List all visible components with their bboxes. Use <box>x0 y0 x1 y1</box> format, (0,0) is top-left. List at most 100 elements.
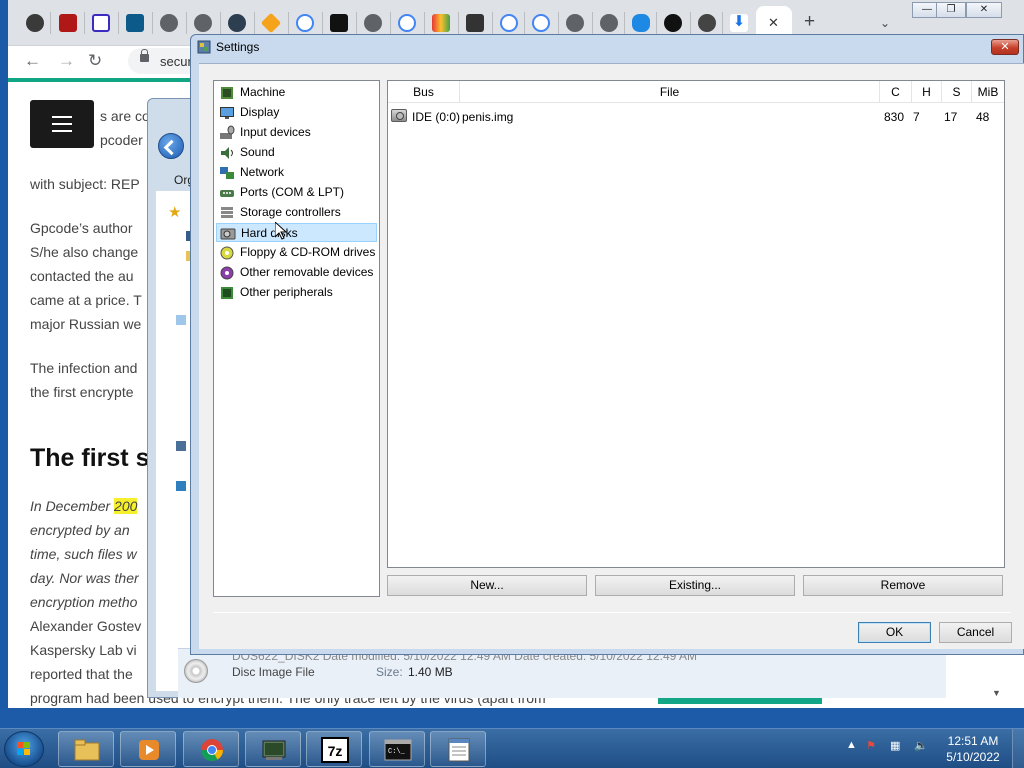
tab-favicon-globe[interactable] <box>194 14 212 32</box>
svg-text:7z: 7z <box>328 743 343 759</box>
tree-item-removable-devices[interactable]: Other removable devices <box>216 263 377 282</box>
taskbar-7zip-button[interactable]: 7z <box>306 731 362 767</box>
article-text-italic: day. Nor was ther <box>30 570 139 586</box>
cell-cylinders: 830 <box>884 110 905 124</box>
dialog-titlebar[interactable]: Settings ✕ <box>191 35 1023 61</box>
taskbar-explorer-button[interactable] <box>58 731 114 767</box>
network-folder-icon[interactable] <box>176 481 186 491</box>
remove-disk-button[interactable]: Remove <box>803 575 1003 596</box>
cancel-button[interactable]: Cancel <box>939 622 1012 643</box>
settings-dialog: Settings ✕ Machine Display Input devices… <box>190 34 1024 655</box>
scroll-down-arrow-icon[interactable]: ▼ <box>992 688 1001 698</box>
cell-sectors: 17 <box>944 110 958 124</box>
tab-favicon-bars[interactable] <box>432 14 450 32</box>
tab-favicon-google[interactable] <box>398 14 416 32</box>
tab-favicon-sigma[interactable] <box>92 14 110 32</box>
tab-favicon-globe[interactable] <box>160 14 178 32</box>
tab-favicon-globe[interactable] <box>566 14 584 32</box>
chrome-icon <box>201 739 223 761</box>
tree-item-network[interactable]: Network <box>216 163 377 182</box>
tab-favicon-globe[interactable] <box>364 14 382 32</box>
tab-favicon-globe[interactable] <box>600 14 618 32</box>
tray-overflow-icon[interactable]: ▲ <box>846 739 857 751</box>
tab-favicon-cloud[interactable] <box>632 14 650 32</box>
column-header-bus[interactable]: Bus <box>388 81 460 103</box>
tab-favicon-download[interactable]: ⬇ <box>730 14 748 32</box>
explorer-back-icon[interactable] <box>158 133 184 159</box>
network-tray-icon[interactable]: ▦ <box>890 739 900 752</box>
clock-time[interactable]: 12:51 AM <box>944 734 1002 748</box>
tab-favicon-google[interactable] <box>296 14 314 32</box>
column-header-c[interactable]: C <box>880 81 912 103</box>
tab-favicon-red[interactable] <box>59 14 77 32</box>
article-text-italic: time, such files w <box>30 546 137 562</box>
taskbar-notepad-button[interactable] <box>430 731 486 767</box>
page-scrollbar[interactable]: ▼ <box>988 660 1004 708</box>
tab-favicon-vb[interactable] <box>26 14 44 32</box>
column-header-mib[interactable]: MiB <box>972 81 1004 103</box>
favorites-star-icon[interactable]: ★ <box>168 203 181 221</box>
volume-icon[interactable]: 🔈 <box>914 739 928 752</box>
hard-disk-icon <box>391 109 407 122</box>
tab-favicon-diamond[interactable] <box>260 12 282 34</box>
ok-button[interactable]: OK <box>858 622 931 643</box>
tab-favicon-play[interactable] <box>126 14 144 32</box>
tree-item-display[interactable]: Display <box>216 103 377 122</box>
storage-controllers-icon <box>221 207 233 218</box>
tree-item-storage-controllers[interactable]: Storage controllers <box>216 203 377 222</box>
column-header-h[interactable]: H <box>912 81 942 103</box>
tree-item-machine[interactable]: Machine <box>216 83 377 102</box>
new-disk-button[interactable]: New... <box>387 575 587 596</box>
tab-close-icon[interactable]: ✕ <box>768 15 779 31</box>
tab-favicon-dark[interactable] <box>228 14 246 32</box>
tree-item-label: Floppy & CD-ROM drives <box>240 245 376 259</box>
forward-arrow-icon[interactable]: → <box>58 51 75 71</box>
folder-icon <box>74 739 100 761</box>
taskbar-media-player-button[interactable] <box>120 731 176 767</box>
tree-item-label: Network <box>240 165 285 179</box>
new-tab-icon[interactable]: + <box>804 12 815 31</box>
tree-item-hard-disks[interactable]: Hard disks <box>216 223 377 242</box>
tree-item-floppy-cdrom[interactable]: Floppy & CD-ROM drives <box>216 243 377 262</box>
browser-maximize-button[interactable]: ❐ <box>936 2 966 18</box>
tab-favicon-question[interactable] <box>466 14 484 32</box>
existing-disk-button[interactable]: Existing... <box>595 575 795 596</box>
machine-icon <box>221 87 233 99</box>
settings-app-icon <box>197 40 211 54</box>
action-center-flag-icon[interactable]: ⚑ <box>866 739 876 752</box>
tree-item-sound[interactable]: Sound <box>216 143 377 162</box>
tab-favicon-mask[interactable] <box>698 14 716 32</box>
taskbar-chrome-button[interactable] <box>183 731 239 767</box>
tab-favicon-github[interactable] <box>664 14 682 32</box>
reload-icon[interactable]: ↻ <box>88 51 102 71</box>
libraries-icon[interactable] <box>176 315 186 325</box>
tab-favicon-triangle[interactable] <box>330 14 348 32</box>
column-header-file[interactable]: File <box>460 81 880 103</box>
clock-date[interactable]: 5/10/2022 <box>944 750 1002 764</box>
table-row[interactable]: IDE (0:0) penis.img 830 7 17 48 <box>388 107 1004 127</box>
tree-item-ports[interactable]: Ports (COM & LPT) <box>216 183 377 202</box>
taskbar-pcem-button[interactable] <box>245 731 301 767</box>
menu-button[interactable] <box>30 100 94 148</box>
show-desktop-button[interactable] <box>1012 729 1024 768</box>
tab-search-chevron-icon[interactable]: ⌄ <box>880 16 890 30</box>
hard-disk-list[interactable]: Bus File C H S MiB IDE (0:0) penis.img 8… <box>387 80 1005 568</box>
tab-favicon-google[interactable] <box>500 14 518 32</box>
tab-favicon-google[interactable] <box>532 14 550 32</box>
tree-item-label: Machine <box>240 85 286 99</box>
list-header: Bus File C H S MiB <box>388 81 1004 103</box>
back-arrow-icon[interactable]: ← <box>24 51 41 71</box>
tree-item-input-devices[interactable]: Input devices <box>216 123 377 142</box>
tree-item-other-peripherals[interactable]: Other peripherals <box>216 283 377 302</box>
article-text: s are co <box>100 108 150 124</box>
computer-icon[interactable] <box>176 441 186 451</box>
dialog-close-button[interactable]: ✕ <box>991 39 1019 55</box>
article-text: Alexander Gostev <box>30 618 142 634</box>
start-button[interactable] <box>4 731 44 767</box>
ports-icon <box>220 190 234 197</box>
taskbar-command-prompt-button[interactable]: C:\_ <box>369 731 425 767</box>
article-text: The infection and <box>30 360 138 376</box>
browser-close-button[interactable]: ✕ <box>966 2 1002 18</box>
tree-item-label: Ports (COM & LPT) <box>240 185 345 199</box>
column-header-s[interactable]: S <box>942 81 972 103</box>
